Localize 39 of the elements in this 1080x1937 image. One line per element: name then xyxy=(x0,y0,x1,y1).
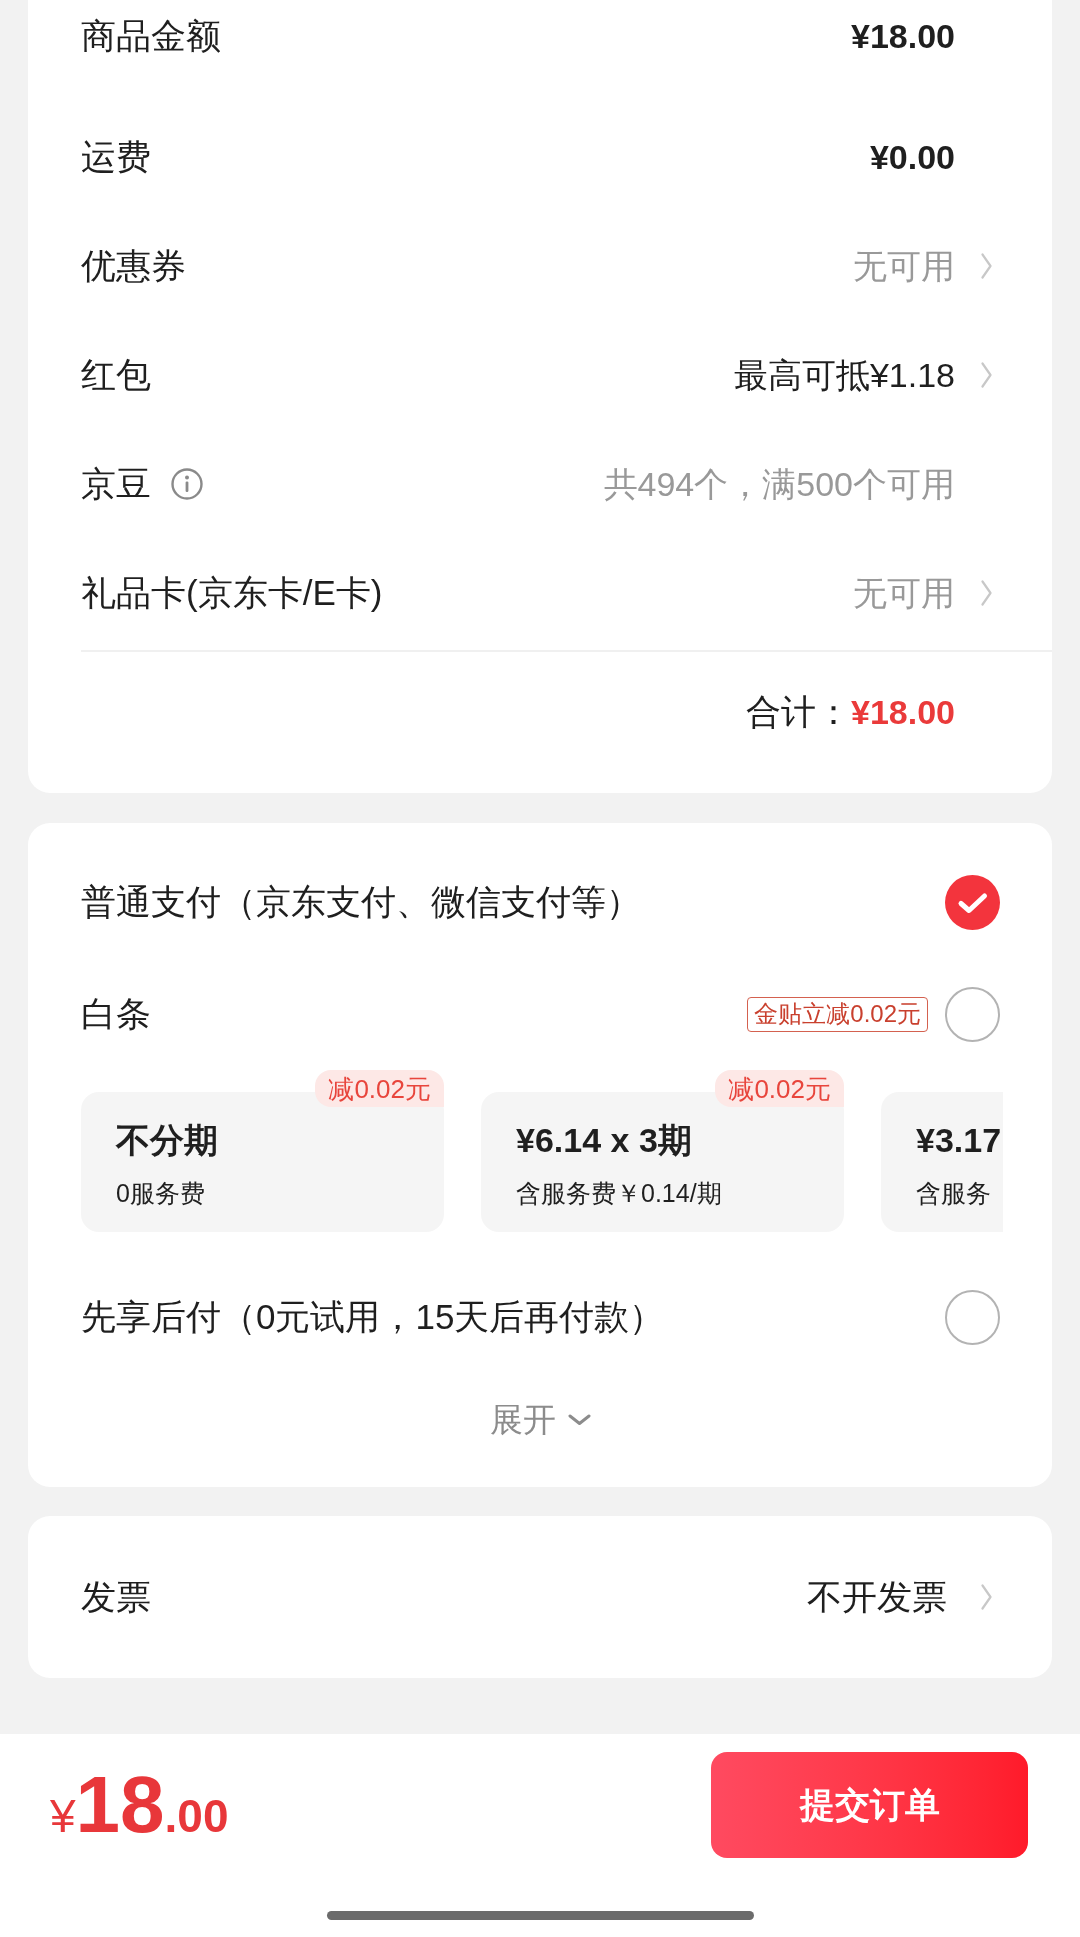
plan-title: 不分期 xyxy=(116,1120,219,1160)
payment-option-label[interactable]: 白条 xyxy=(81,994,151,1034)
chevron-right-icon xyxy=(981,252,992,279)
chevron-down-icon xyxy=(568,1414,591,1426)
row-value: 共494个，满500个可用 xyxy=(603,463,955,504)
row-label: 运费 xyxy=(81,136,151,177)
installment-plan-card[interactable]: ¥3.17 含服务 xyxy=(881,1092,1003,1232)
row-label: 礼品卡(京东卡/E卡) xyxy=(81,572,383,613)
radio-button[interactable] xyxy=(945,874,1000,930)
chevron-right-icon xyxy=(981,1584,992,1610)
total-amount: ¥18.00 xyxy=(851,692,955,732)
plan-title: ¥3.17 xyxy=(916,1120,1003,1160)
payment-option-label[interactable]: 先享后付（0元试用，15天后再付款） xyxy=(81,1297,665,1337)
row-label: 优惠券 xyxy=(81,245,186,286)
row-value[interactable]: 最高可抵¥1.18 xyxy=(733,354,955,395)
chevron-right-icon xyxy=(981,579,992,606)
plan-subtitle: 含服务费￥0.14/期 xyxy=(516,1178,723,1208)
invoice-card[interactable]: 发票 不开发票 xyxy=(28,1516,1052,1678)
plan-subtitle: 0服务费 xyxy=(116,1178,206,1208)
invoice-value: 不开发票 xyxy=(807,1577,947,1617)
row-label: 红包 xyxy=(81,354,151,395)
row-label: 商品金额 xyxy=(81,16,221,56)
total-label: 合计： xyxy=(746,692,851,732)
info-icon[interactable] xyxy=(171,467,203,500)
payment-option-label[interactable]: 普通支付（京东支付、微信支付等） xyxy=(81,882,641,922)
discount-badge: 减0.02元 xyxy=(315,1070,444,1107)
promo-tag: 金贴立减0.02元 xyxy=(747,996,928,1032)
radio-button[interactable] xyxy=(945,986,1000,1042)
invoice-label: 发票 xyxy=(81,1577,151,1617)
total-price: ¥18.00 xyxy=(50,1765,229,1845)
radio-button[interactable] xyxy=(945,1289,1000,1345)
submit-order-button[interactable]: 提交订单 xyxy=(711,1752,1028,1858)
plan-subtitle: 含服务 xyxy=(916,1178,992,1208)
row-value: ¥0.00 xyxy=(869,136,955,177)
plan-title: ¥6.14 x 3期 xyxy=(516,1120,693,1160)
row-label: 京豆 xyxy=(81,463,151,504)
row-value: ¥18.00 xyxy=(851,16,955,56)
chevron-right-icon xyxy=(981,361,992,388)
discount-badge: 减0.02元 xyxy=(715,1070,844,1107)
